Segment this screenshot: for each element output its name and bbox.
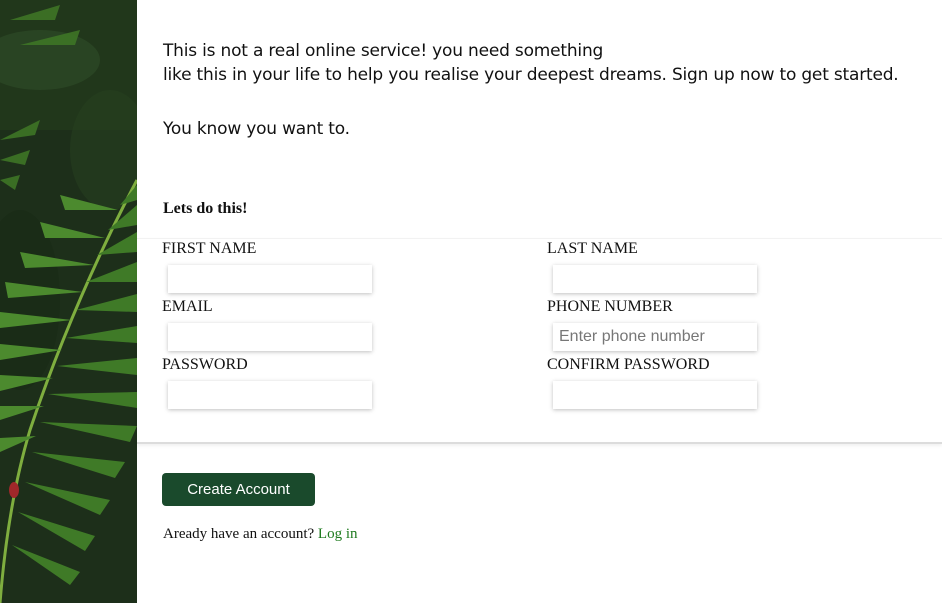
login-link[interactable]: Log in (318, 526, 358, 542)
password-input[interactable] (168, 381, 372, 409)
last-name-label: LAST NAME (547, 240, 638, 257)
signup-form: FIRST NAME LAST NAME EMAIL PHONE NUMBER … (137, 238, 942, 444)
intro-line-2: like this in your life to help you reali… (163, 65, 899, 85)
form-heading: Lets do this! (163, 200, 248, 217)
signup-content: This is not a real online service! you n… (137, 0, 942, 603)
password-field: PASSWORD (162, 356, 372, 409)
create-account-button[interactable]: Create Account (162, 473, 315, 506)
password-label: PASSWORD (162, 356, 248, 373)
email-input[interactable] (168, 323, 372, 351)
last-name-field: LAST NAME (547, 240, 757, 293)
first-name-field: FIRST NAME (162, 240, 372, 293)
intro-line-1: This is not a real online service! you n… (163, 41, 604, 61)
first-name-input[interactable] (168, 265, 372, 293)
intro-line-3: You know you want to. (163, 119, 350, 139)
phone-input[interactable] (553, 323, 757, 351)
first-name-label: FIRST NAME (162, 240, 257, 257)
login-prompt: Aready have an account? Log in (163, 526, 358, 543)
fern-leaf-image (0, 0, 137, 603)
phone-label: PHONE NUMBER (547, 298, 673, 315)
email-label: EMAIL (162, 298, 213, 315)
confirm-password-label: CONFIRM PASSWORD (547, 356, 710, 373)
confirm-password-input[interactable] (553, 381, 757, 409)
intro-text: This is not a real online service! you n… (163, 39, 923, 141)
confirm-password-field: CONFIRM PASSWORD (547, 356, 757, 409)
phone-field: PHONE NUMBER (547, 298, 757, 351)
login-prompt-text: Aready have an account? (163, 526, 315, 542)
email-field: EMAIL (162, 298, 372, 351)
last-name-input[interactable] (553, 265, 757, 293)
